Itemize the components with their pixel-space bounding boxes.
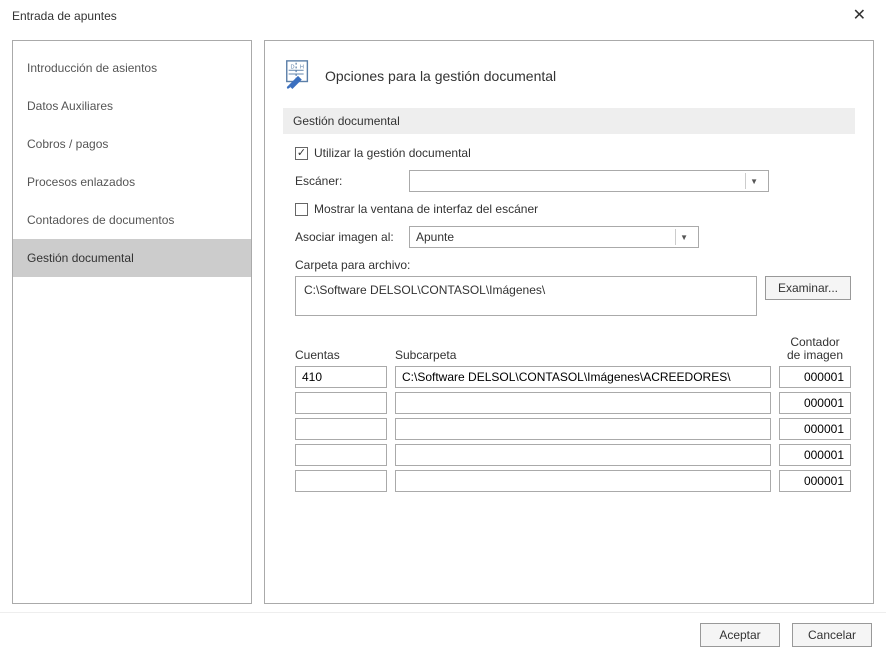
show-interface-label: Mostrar la ventana de interfaz del escán…	[314, 202, 538, 216]
header-contador: Contador de imagen	[779, 336, 851, 362]
cuenta-input[interactable]	[295, 444, 387, 466]
cuenta-input[interactable]	[295, 392, 387, 414]
folder-label-row: Carpeta para archivo:	[295, 258, 851, 272]
cancel-button[interactable]: Cancelar	[792, 623, 872, 647]
contador-input[interactable]	[779, 470, 851, 492]
show-interface-checkbox[interactable]	[295, 203, 308, 216]
table-row	[295, 392, 851, 414]
associate-row: Asociar imagen al: Apunte ▼	[295, 226, 851, 248]
accept-button[interactable]: Aceptar	[700, 623, 780, 647]
svg-text:H: H	[300, 64, 304, 70]
folder-path-value: C:\Software DELSOL\CONTASOL\Imágenes\	[304, 283, 545, 297]
chevron-down-icon: ▼	[675, 229, 692, 245]
sidebar-item-gestion-documental[interactable]: Gestión documental	[13, 239, 251, 277]
folder-path-input[interactable]: C:\Software DELSOL\CONTASOL\Imágenes\	[295, 276, 757, 316]
sidebar-item-label: Introducción de asientos	[27, 61, 157, 75]
folder-label: Carpeta para archivo:	[295, 258, 410, 272]
cuenta-input[interactable]	[295, 470, 387, 492]
associate-value: Apunte	[416, 230, 454, 244]
cuenta-input[interactable]	[295, 418, 387, 440]
scanner-label: Escáner:	[295, 174, 403, 188]
content-heading: Opciones para la gestión documental	[325, 68, 556, 84]
sidebar-item-intro-asientos[interactable]: Introducción de asientos	[13, 49, 251, 87]
cuenta-input[interactable]	[295, 366, 387, 388]
contador-input[interactable]	[779, 366, 851, 388]
sidebar-item-label: Cobros / pagos	[27, 137, 108, 151]
main-area: Introducción de asientos Datos Auxiliare…	[0, 32, 886, 612]
header-subcarpeta: Subcarpeta	[395, 348, 771, 362]
associate-label: Asociar imagen al:	[295, 230, 403, 244]
use-doc-mgmt-checkbox[interactable]	[295, 147, 308, 160]
dialog-footer: Aceptar Cancelar	[0, 612, 886, 661]
table-row	[295, 418, 851, 440]
folder-path-row: C:\Software DELSOL\CONTASOL\Imágenes\ Ex…	[295, 276, 851, 316]
cancel-label: Cancelar	[808, 628, 856, 642]
subcarpeta-input[interactable]	[395, 444, 771, 466]
table-headers: Cuentas Subcarpeta Contador de imagen	[295, 336, 851, 362]
scanner-select[interactable]: ▼	[409, 170, 769, 192]
browse-label: Examinar...	[778, 281, 838, 295]
section-title: Gestión documental	[283, 108, 855, 134]
titlebar: Entrada de apuntes ✕	[0, 0, 886, 32]
close-icon[interactable]: ✕	[845, 4, 874, 28]
content-panel: D H Opciones para la gestión documental …	[264, 40, 874, 604]
accounts-table: Cuentas Subcarpeta Contador de imagen	[295, 336, 851, 492]
sidebar: Introducción de asientos Datos Auxiliare…	[12, 40, 252, 604]
header-cuentas: Cuentas	[295, 348, 387, 362]
contador-input[interactable]	[779, 444, 851, 466]
subcarpeta-input[interactable]	[395, 470, 771, 492]
subcarpeta-input[interactable]	[395, 418, 771, 440]
sidebar-item-label: Procesos enlazados	[27, 175, 135, 189]
document-icon: D H	[283, 59, 313, 92]
contador-input[interactable]	[779, 418, 851, 440]
sidebar-item-procesos-enlazados[interactable]: Procesos enlazados	[13, 163, 251, 201]
content-header: D H Opciones para la gestión documental	[283, 59, 855, 92]
sidebar-item-contadores-documentos[interactable]: Contadores de documentos	[13, 201, 251, 239]
subcarpeta-input[interactable]	[395, 366, 771, 388]
sidebar-item-label: Datos Auxiliares	[27, 99, 113, 113]
browse-button[interactable]: Examinar...	[765, 276, 851, 300]
form-area: Utilizar la gestión documental Escáner: …	[283, 146, 855, 492]
table-row	[295, 444, 851, 466]
accept-label: Aceptar	[719, 628, 760, 642]
contador-input[interactable]	[779, 392, 851, 414]
use-doc-mgmt-row: Utilizar la gestión documental	[295, 146, 851, 160]
sidebar-item-label: Gestión documental	[27, 251, 134, 265]
subcarpeta-input[interactable]	[395, 392, 771, 414]
sidebar-item-cobros-pagos[interactable]: Cobros / pagos	[13, 125, 251, 163]
use-doc-mgmt-label: Utilizar la gestión documental	[314, 146, 471, 160]
window-title: Entrada de apuntes	[12, 9, 117, 23]
sidebar-item-datos-auxiliares[interactable]: Datos Auxiliares	[13, 87, 251, 125]
show-interface-row: Mostrar la ventana de interfaz del escán…	[295, 202, 851, 216]
sidebar-item-label: Contadores de documentos	[27, 213, 174, 227]
chevron-down-icon: ▼	[745, 173, 762, 189]
associate-select[interactable]: Apunte ▼	[409, 226, 699, 248]
svg-text:D: D	[291, 64, 295, 70]
table-row	[295, 470, 851, 492]
table-row	[295, 366, 851, 388]
scanner-row: Escáner: ▼	[295, 170, 851, 192]
